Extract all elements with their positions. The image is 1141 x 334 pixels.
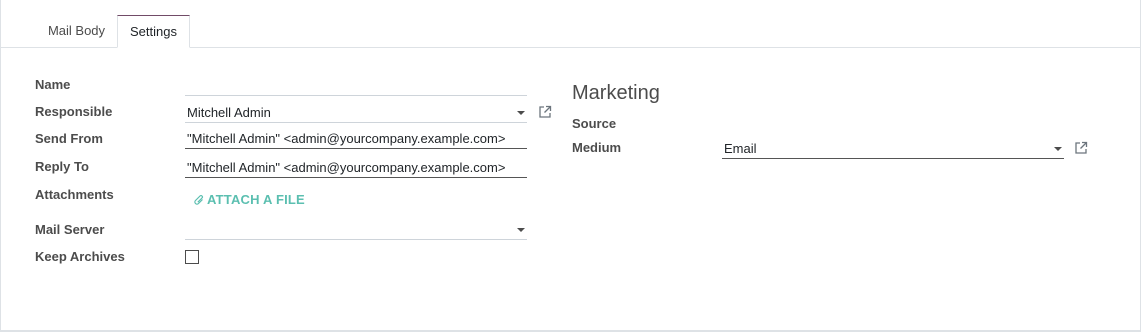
- name-label: Name: [35, 77, 71, 92]
- name-input[interactable]: [185, 74, 527, 96]
- mail-server-label: Mail Server: [35, 222, 105, 237]
- send-from-label: Send From: [35, 131, 103, 146]
- reply-to-label: Reply To: [35, 159, 89, 174]
- chevron-down-icon[interactable]: [517, 228, 525, 232]
- keep-archives-label: Keep Archives: [35, 249, 125, 264]
- marketing-section-title: Marketing: [572, 82, 660, 104]
- form-sheet: Mail Body Settings Name Responsible Send…: [0, 0, 1141, 332]
- reply-to-value: "Mitchell Admin" <admin@yourcompany.exam…: [187, 160, 506, 175]
- responsible-label: Responsible: [35, 104, 113, 119]
- chevron-down-icon[interactable]: [517, 111, 525, 115]
- medium-value: Email: [724, 141, 757, 156]
- responsible-select[interactable]: Mitchell Admin: [185, 101, 527, 123]
- attach-file-label: ATTACH A FILE: [207, 192, 305, 207]
- attach-file-button[interactable]: ATTACH A FILE: [194, 192, 305, 207]
- tab-settings[interactable]: Settings: [117, 15, 190, 48]
- responsible-value: Mitchell Admin: [187, 105, 271, 120]
- external-link-icon[interactable]: [538, 105, 552, 119]
- send-from-value: "Mitchell Admin" <admin@yourcompany.exam…: [187, 131, 506, 146]
- notebook-tabs: Mail Body Settings: [1, 0, 1140, 48]
- attachments-label: Attachments: [35, 187, 114, 202]
- external-link-icon[interactable]: [1074, 141, 1088, 155]
- mail-server-select[interactable]: [185, 218, 527, 240]
- tab-mail-body[interactable]: Mail Body: [35, 15, 118, 47]
- send-from-input[interactable]: "Mitchell Admin" <admin@yourcompany.exam…: [185, 127, 527, 149]
- paperclip-icon: [194, 195, 203, 205]
- medium-label: Medium: [572, 140, 622, 155]
- keep-archives-checkbox[interactable]: [185, 250, 199, 264]
- source-label: Source: [572, 116, 617, 131]
- medium-select[interactable]: Email: [722, 137, 1064, 159]
- reply-to-input[interactable]: "Mitchell Admin" <admin@yourcompany.exam…: [185, 156, 527, 178]
- chevron-down-icon[interactable]: [1054, 147, 1062, 151]
